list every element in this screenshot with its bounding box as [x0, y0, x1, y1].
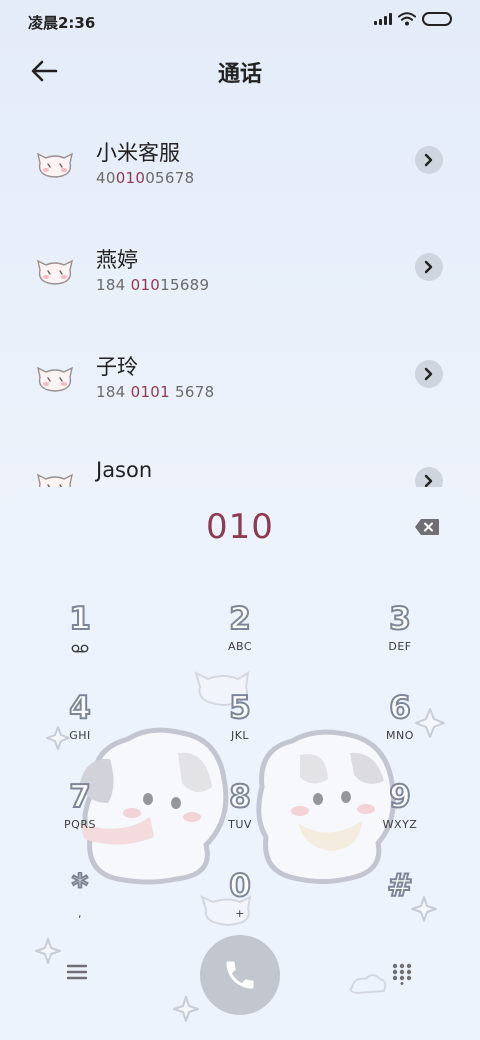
- key-6[interactable]: 6 MNO: [345, 689, 455, 765]
- key-letters: PQRS: [64, 818, 96, 831]
- phone-icon: [226, 961, 254, 989]
- status-bar: 凌晨2:36: [0, 0, 480, 42]
- dialer-panel: 010 1 2 ABC 3 DEF 4 GHI 5 JKL 6 MNO 7 PQ…: [0, 487, 480, 1040]
- key-5[interactable]: 5 JKL: [185, 689, 295, 765]
- backspace-icon: [415, 519, 439, 535]
- voicemail-icon: [71, 644, 89, 653]
- contact-number: 184 01015689: [96, 276, 210, 294]
- key-letters: GHI: [69, 729, 91, 742]
- chevron-right-icon: [424, 153, 433, 167]
- key-digit: 9: [388, 778, 412, 816]
- key-digit: 3: [388, 600, 412, 638]
- bottom-bar: [0, 927, 480, 1027]
- contact-row[interactable]: 燕婷 184 01015689: [0, 232, 480, 322]
- contact-name: 燕婷: [96, 248, 138, 272]
- battery-icon: [422, 12, 452, 26]
- key-letters: +: [235, 907, 245, 920]
- wifi-icon: [398, 12, 416, 26]
- key-letters: MNO: [386, 729, 414, 742]
- dialed-number: 010: [206, 507, 274, 547]
- key-letters: JKL: [230, 729, 250, 742]
- chevron-right-icon: [424, 260, 433, 274]
- key-3[interactable]: 3 DEF: [345, 600, 455, 676]
- delete-button[interactable]: [414, 517, 440, 537]
- chevron-right-icon: [424, 367, 433, 381]
- page-title: 通话: [217, 62, 262, 87]
- key-8[interactable]: 8 TUV: [185, 778, 295, 854]
- key-digit: 2: [228, 600, 252, 638]
- key-1[interactable]: 1: [25, 600, 135, 676]
- key-letters: ABC: [227, 640, 253, 653]
- call-button[interactable]: [200, 935, 280, 1015]
- contact-detail-button[interactable]: [415, 253, 443, 281]
- key-4[interactable]: 4 GHI: [25, 689, 135, 765]
- key-letters: TUV: [228, 818, 252, 831]
- key-digit: 6: [388, 689, 412, 727]
- status-time: 凌晨2:36: [28, 14, 96, 32]
- menu-icon: [66, 964, 88, 980]
- cat-avatar-icon: [36, 366, 74, 392]
- contact-name: Jason: [96, 458, 153, 482]
- key-digit: 0: [228, 867, 252, 905]
- status-icons: [374, 12, 452, 26]
- cat-avatar-icon: [36, 259, 74, 285]
- contact-row[interactable]: 小米客服 4001005678: [0, 125, 480, 215]
- key-2[interactable]: 2 ABC: [185, 600, 295, 676]
- key-digit: *: [71, 867, 89, 905]
- key-letters: DEF: [388, 640, 412, 653]
- key-7[interactable]: 7 PQRS: [25, 778, 135, 854]
- keypad-toggle-button[interactable]: [392, 963, 412, 985]
- menu-button[interactable]: [66, 963, 88, 981]
- key-letters: WXYZ: [382, 818, 418, 831]
- key-letters: ,: [78, 907, 82, 920]
- contact-number: 4001005678: [96, 169, 195, 187]
- key-digit: 1: [68, 600, 92, 638]
- key-9[interactable]: 9 WXYZ: [345, 778, 455, 854]
- key-digit: 8: [228, 778, 252, 816]
- contact-name: 小米客服: [96, 141, 180, 165]
- signal-icon: [374, 13, 392, 25]
- dialpad-icon: [392, 963, 412, 985]
- key-digit: 4: [68, 689, 92, 727]
- header: 通话: [0, 50, 480, 90]
- key-digit: 7: [68, 778, 92, 816]
- contact-row[interactable]: 子玲 184 0101 5678: [0, 339, 480, 429]
- key-digit: 5: [228, 689, 252, 727]
- key-digit: #: [386, 867, 414, 905]
- contact-detail-button[interactable]: [415, 360, 443, 388]
- cat-avatar-icon: [36, 152, 74, 178]
- contact-detail-button[interactable]: [415, 146, 443, 174]
- contact-number: 184 0101 5678: [96, 383, 215, 401]
- contact-name: 子玲: [96, 355, 138, 379]
- chevron-right-icon: [424, 474, 433, 488]
